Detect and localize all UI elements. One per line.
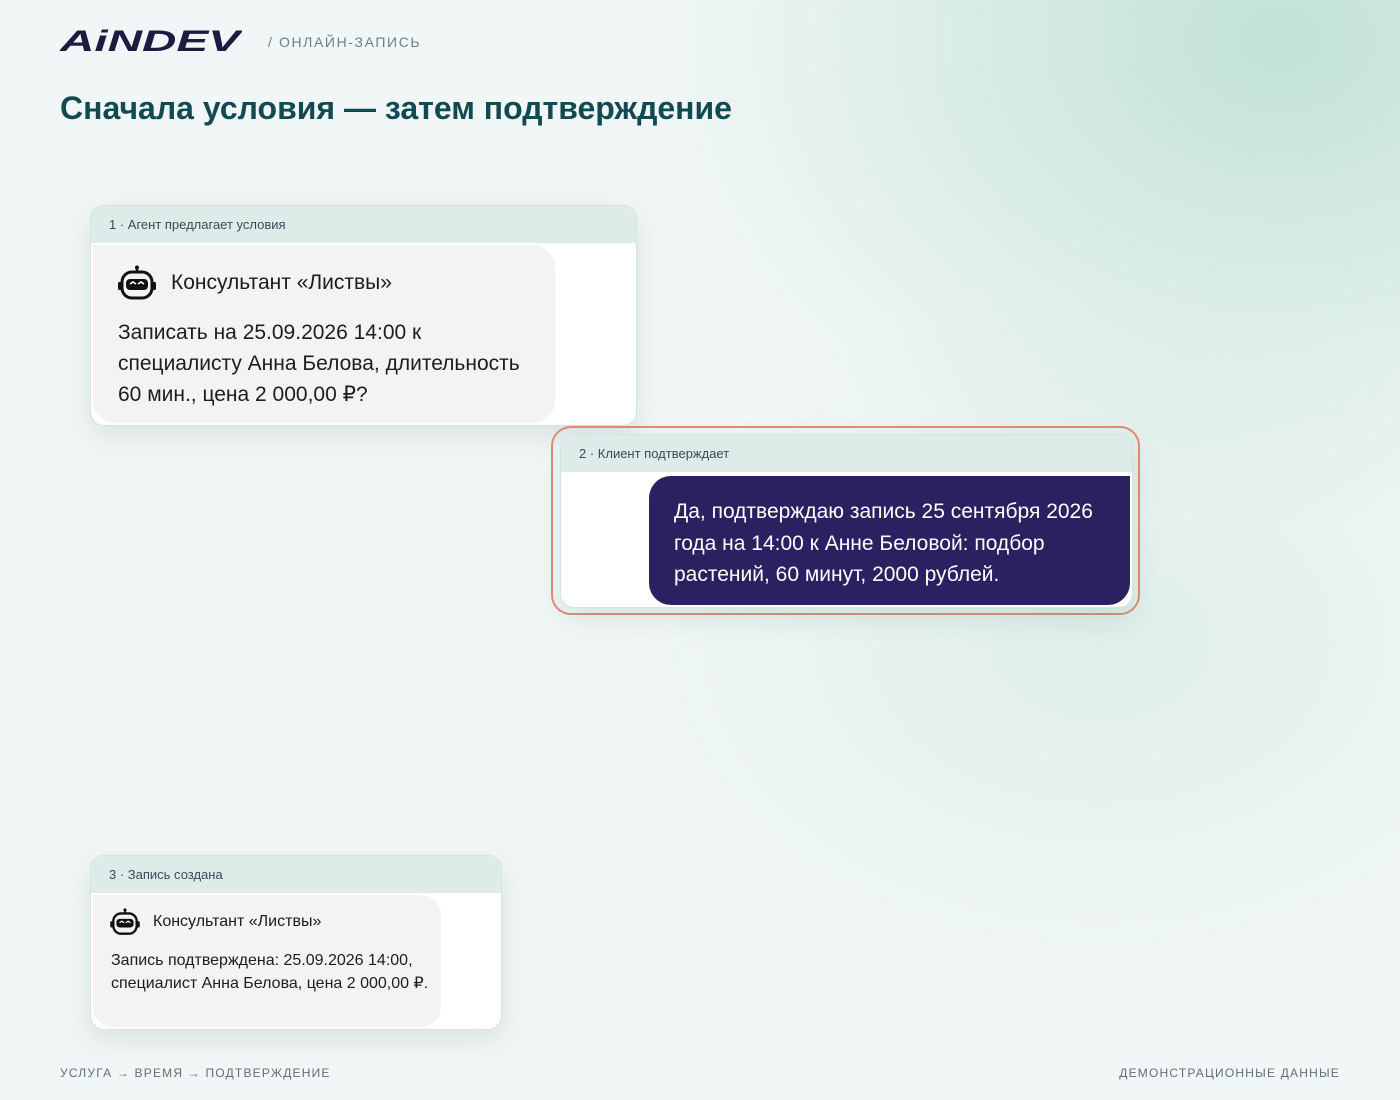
agent-message-bubble: Консультант «Листвы» Запись подтверждена…	[93, 895, 441, 1027]
section-label: / ОНЛАЙН-ЗАПИСЬ	[268, 34, 422, 50]
agent-sender: Консультант «Листвы»	[109, 908, 321, 936]
agent-message-bubble: Консультант «Листвы» Записать на 25.09.2…	[93, 245, 555, 423]
step-card-1: 1 · Агент предлагает условия Консультант…	[90, 205, 637, 426]
sender-name: Консультант «Листвы»	[171, 271, 392, 294]
step-card-3: 3 · Запись создана Консультант «Листвы» …	[90, 855, 502, 1030]
step-card-2: 2 · Клиент подтверждает Да, подтверждаю …	[560, 434, 1133, 608]
step-label: 2 · Клиент подтверждает	[561, 435, 1132, 472]
aindev-logo: AiNDEV	[60, 28, 242, 54]
agent-sender: Консультант «Листвы»	[117, 265, 392, 301]
step-label: 1 · Агент предлагает условия	[91, 206, 636, 243]
message-text: Запись подтверждена: 25.09.2026 14:00, с…	[111, 952, 429, 992]
footer-flow-label: УСЛУГА → ВРЕМЯ → ПОДТВЕРЖДЕНИЕ	[60, 1066, 331, 1080]
page-title: Сначала условия — затем подтверждение	[60, 90, 732, 126]
robot-icon	[110, 908, 140, 935]
message-text: Да, подтверждаю запись 25 сентября 2026 …	[674, 500, 1093, 586]
footer-demo-label: ДЕМОНСТРАЦИОННЫЕ ДАННЫЕ	[1119, 1066, 1340, 1080]
robot-icon	[118, 265, 156, 300]
sender-name: Консультант «Листвы»	[153, 913, 322, 930]
user-message-bubble: Да, подтверждаю запись 25 сентября 2026 …	[649, 476, 1130, 605]
step-label: 3 · Запись создана	[91, 856, 501, 893]
message-text: Записать на 25.09.2026 14:00 к специалис…	[118, 321, 520, 406]
